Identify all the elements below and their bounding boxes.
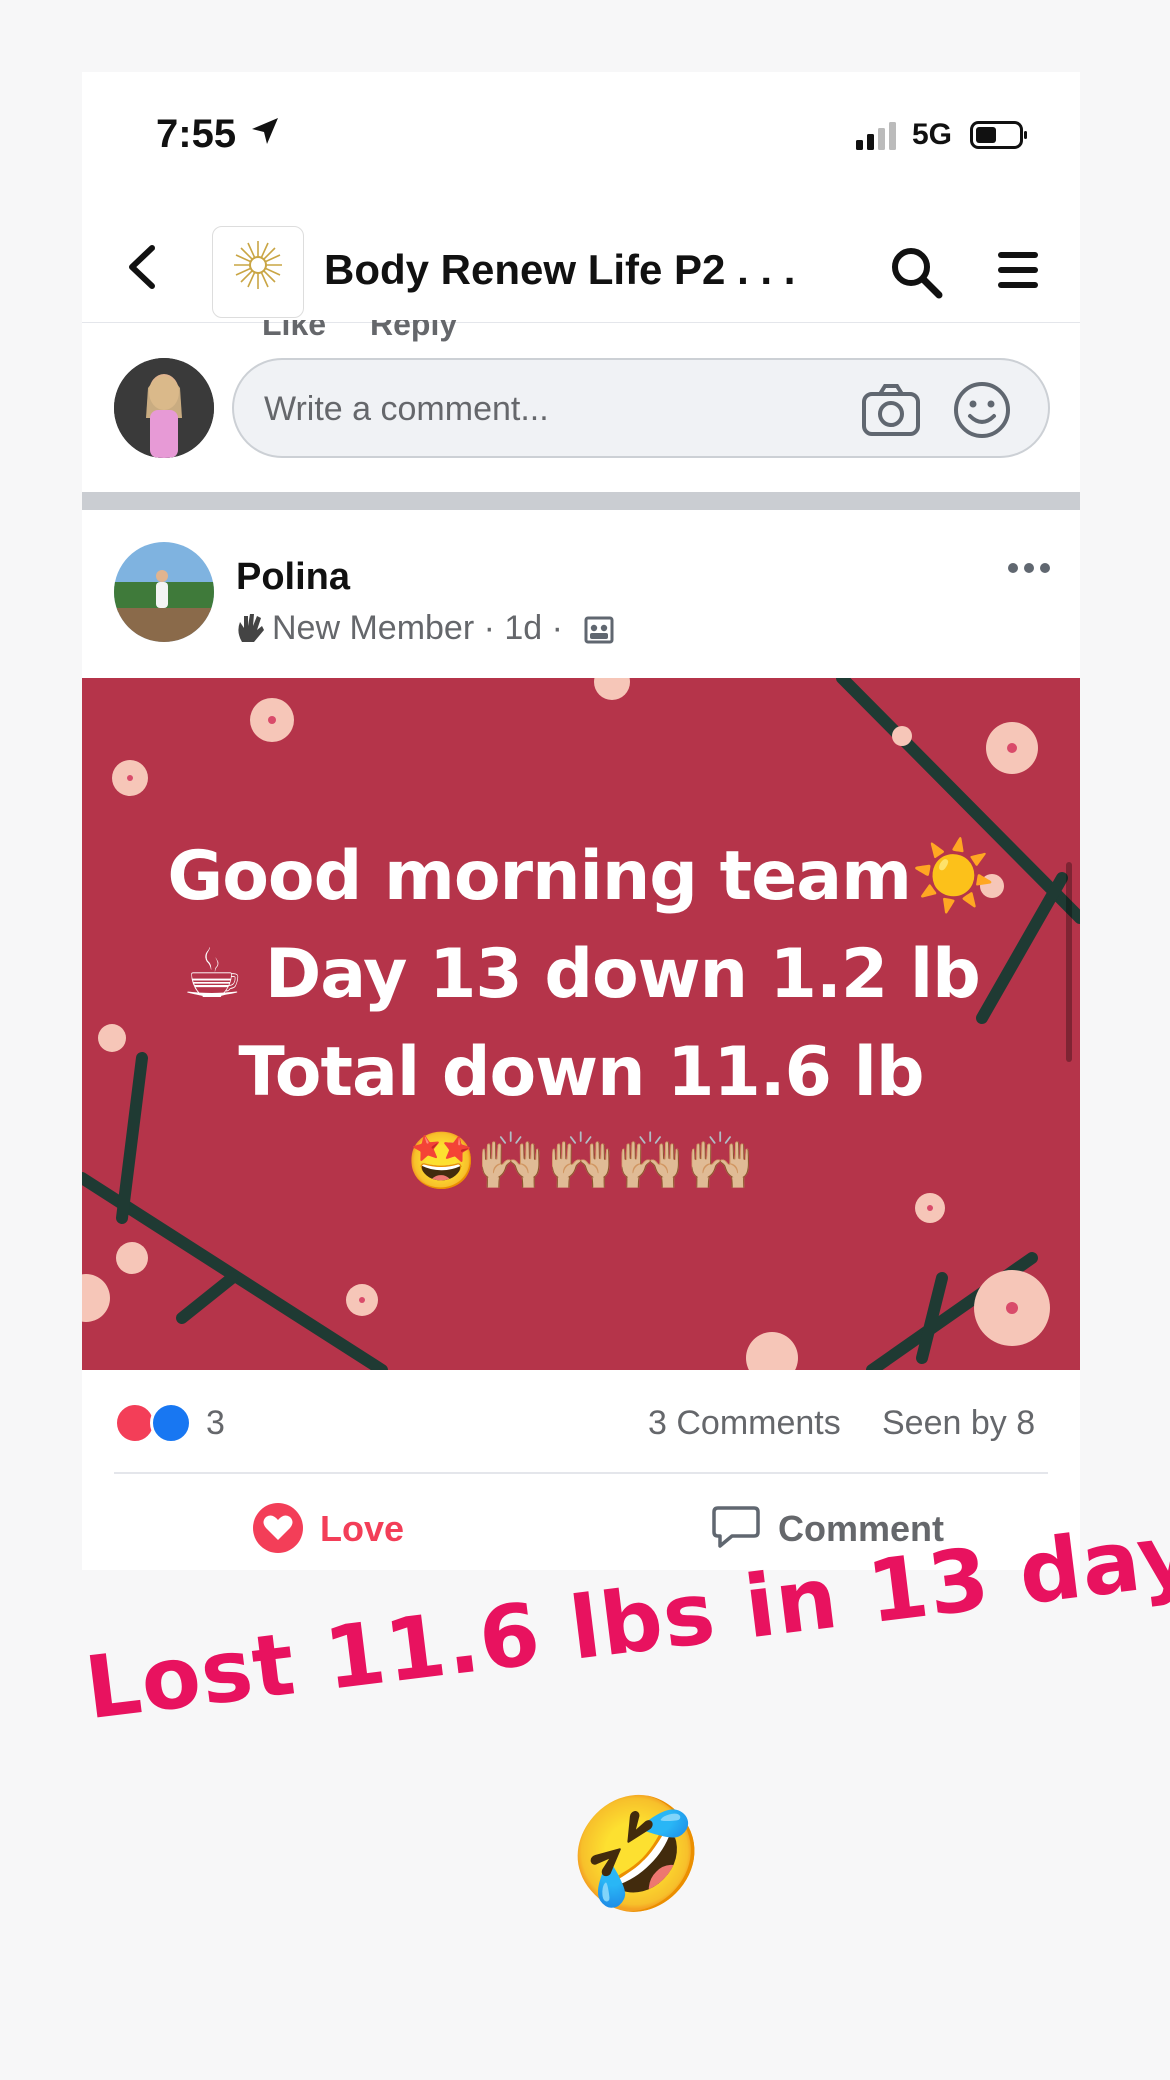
post-card: 7:55 5G Body Renew Life P2 . . . Like Re… bbox=[82, 72, 1080, 1570]
composer-avatar bbox=[114, 358, 214, 458]
post-line-greeting: Good morning team☀️ bbox=[167, 837, 995, 916]
previous-reply-link[interactable]: Reply bbox=[370, 320, 457, 343]
love-button[interactable]: Love bbox=[252, 1492, 452, 1562]
like-reaction-icon bbox=[150, 1402, 192, 1444]
comment-input[interactable]: Write a comment... bbox=[232, 358, 1050, 458]
author-name[interactable]: Polina bbox=[236, 556, 350, 599]
scrollbar[interactable] bbox=[1066, 862, 1072, 1062]
post-line-day: ☕ Day 13 down 1.2 lb bbox=[182, 935, 981, 1014]
back-chevron-icon[interactable] bbox=[122, 242, 162, 292]
emoji-icon[interactable] bbox=[952, 380, 1012, 440]
more-options-icon[interactable] bbox=[1006, 560, 1052, 576]
signal-icon bbox=[856, 122, 896, 150]
reactions-count[interactable]: 3 bbox=[206, 1404, 225, 1443]
seen-by-count[interactable]: Seen by 8 bbox=[882, 1404, 1035, 1443]
group-audience-icon bbox=[584, 616, 614, 644]
previous-like-link[interactable]: Like bbox=[262, 320, 326, 343]
comments-count[interactable]: 3 Comments bbox=[648, 1404, 841, 1443]
post-line-emojis: 🤩🙌🏼🙌🏼🙌🏼🙌🏼 bbox=[406, 1129, 756, 1194]
rofl-emoji: 🤣 bbox=[568, 1793, 705, 1916]
sunburst-logo-icon bbox=[234, 241, 282, 289]
previous-comment-actions: Like Reply 1 bbox=[262, 320, 1062, 346]
search-icon[interactable] bbox=[888, 244, 944, 300]
user-avatar-icon bbox=[114, 358, 214, 458]
battery-icon bbox=[970, 121, 1027, 149]
love-heart-icon bbox=[253, 1503, 303, 1553]
section-divider bbox=[82, 492, 1080, 510]
comment-bubble-icon bbox=[712, 1506, 760, 1548]
group-logo[interactable] bbox=[212, 226, 304, 318]
post-image-text: Good morning team☀️ ☕ Day 13 down 1.2 lb… bbox=[82, 828, 1080, 1202]
post-image[interactable]: Good morning team☀️ ☕ Day 13 down 1.2 lb… bbox=[82, 678, 1080, 1370]
author-avatar[interactable] bbox=[114, 542, 214, 642]
location-arrow-icon bbox=[252, 118, 278, 144]
status-bar: 7:55 5G bbox=[82, 72, 1080, 192]
camera-icon[interactable] bbox=[860, 382, 922, 438]
actions-divider bbox=[114, 1472, 1048, 1474]
comment-placeholder: Write a comment... bbox=[264, 390, 549, 428]
network-label: 5G bbox=[912, 118, 953, 151]
love-button-label: Love bbox=[320, 1508, 405, 1549]
status-time: 7:55 bbox=[156, 112, 237, 156]
group-title[interactable]: Body Renew Life P2 . . . bbox=[324, 246, 834, 294]
post-meta: New Member · 1d · bbox=[272, 609, 563, 647]
post-line-total: Total down 11.6 lb bbox=[238, 1033, 924, 1112]
group-header: Body Renew Life P2 . . . bbox=[82, 212, 1080, 323]
author-photo-icon bbox=[114, 542, 214, 642]
new-member-wave-icon bbox=[238, 614, 264, 642]
menu-icon[interactable] bbox=[996, 248, 1040, 292]
